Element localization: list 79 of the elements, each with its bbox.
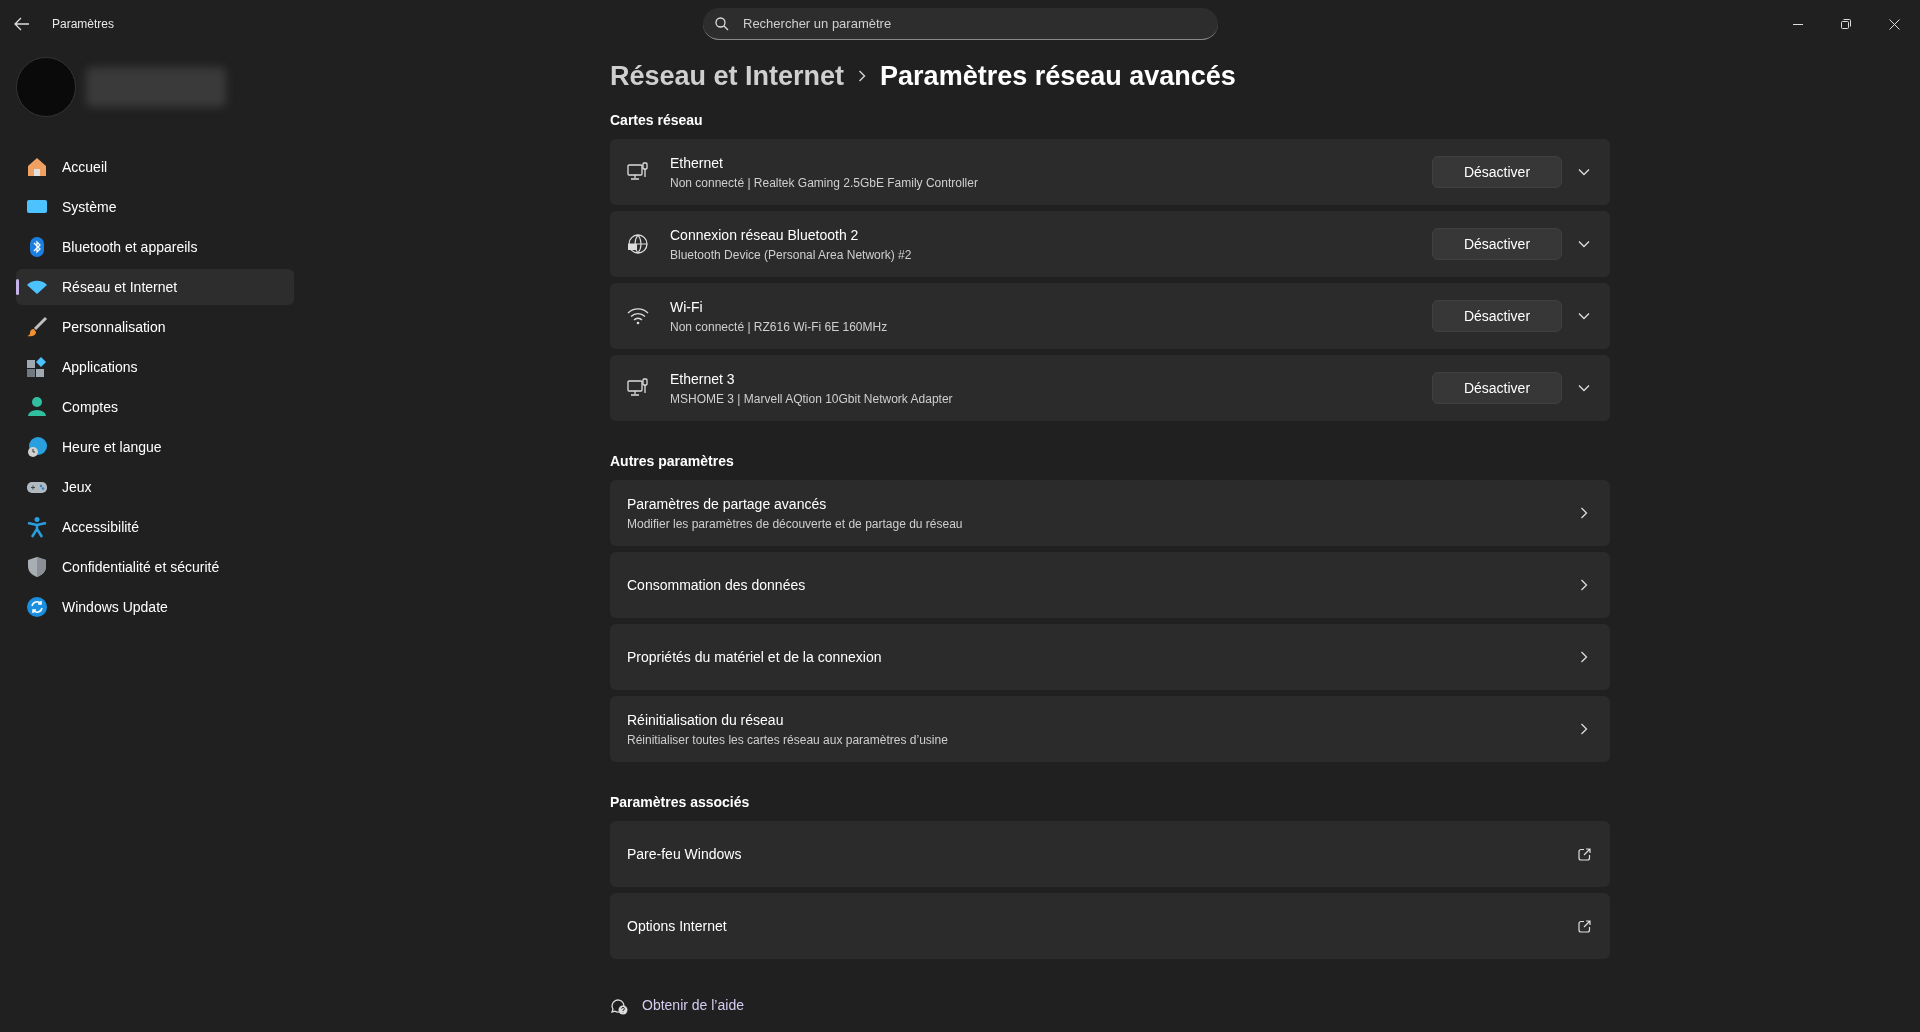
sidebar-item[interactable]: Bluetooth et appareils <box>16 229 294 265</box>
card-description: Non connecté | RZ616 Wi-Fi 6E 160MHz <box>670 318 889 336</box>
apps-icon <box>26 356 48 378</box>
card-description: MSHOME 3 | Marvell AQtion 10Gbit Network Adapter <box>670 390 954 408</box>
restore-icon[interactable] <box>1841 19 1851 29</box>
search-field[interactable]: Rechercher un paramètre <box>703 8 1218 40</box>
close-icon[interactable] <box>1889 18 1900 30</box>
sidebar-item[interactable]: Applications <box>16 349 294 385</box>
page-title: Paramètres réseau avancés <box>880 59 1236 93</box>
house-icon <box>26 156 48 178</box>
card-title: Réinitialisation du réseau <box>627 710 785 730</box>
chevron-right-icon <box>1580 507 1588 519</box>
card-description: Bluetooth Device (Personal Area Network) #2 <box>670 246 913 264</box>
window-title: Paramètres <box>52 16 115 33</box>
accessibility-icon <box>26 516 48 538</box>
sidebar-item[interactable]: Windows Update <box>16 589 294 625</box>
chevron-down-icon[interactable] <box>1578 168 1590 176</box>
settings-card[interactable]: Paramètres de partage avancés Modifier les paramètres de découverte et de partage du réseau <box>610 480 1610 546</box>
settings-card[interactable]: Options Internet <box>610 893 1610 959</box>
disable-button[interactable]: Désactiver <box>1432 156 1562 188</box>
settings-card[interactable]: Ethernet 3 MSHOME 3 | Marvell AQtion 10Gbit Network Adapter Désactiver <box>610 355 1610 421</box>
help-link[interactable]: Obtenir de l’aide <box>642 995 744 1016</box>
external-link-icon <box>1577 919 1591 933</box>
settings-card[interactable]: Pare-feu Windows <box>610 821 1610 887</box>
breadcrumb-link[interactable]: Réseau et Internet <box>610 55 845 97</box>
card-description: Non connecté | Realtek Gaming 2.5GbE Family Controller <box>670 174 979 192</box>
settings-card[interactable]: Propriétés du matériel et de la connexion <box>610 624 1610 690</box>
settings-card[interactable]: Wi-Fi Non connecté | RZ616 Wi-Fi 6E 160MHz Désactiver <box>610 283 1610 349</box>
settings-card[interactable]: Réinitialisation du réseau Réinitialiser toutes les cartes réseau aux paramètres d’usine <box>610 696 1610 762</box>
chevron-down-icon[interactable] <box>1578 384 1590 392</box>
section-heading: Cartes réseau <box>610 111 704 130</box>
section-heading: Autres paramètres <box>610 452 735 471</box>
card-description: Réinitialiser toutes les cartes réseau aux paramètres d’usine <box>627 731 949 749</box>
sidebar-item[interactable]: Accessibilité <box>16 509 294 545</box>
card-description: Modifier les paramètres de découverte et de partage du réseau <box>627 515 964 533</box>
card-title: Propriétés du matériel et de la connexion <box>627 647 883 667</box>
chevron-right-icon <box>1580 723 1588 735</box>
brush-icon <box>26 316 48 338</box>
card-title: Ethernet <box>670 153 724 173</box>
person-icon <box>26 396 48 418</box>
ethernet-monitor-icon <box>627 162 649 182</box>
back-arrow-icon[interactable] <box>14 17 30 31</box>
card-title: Paramètres de partage avancés <box>627 494 828 514</box>
card-title: Connexion réseau Bluetooth 2 <box>670 225 860 245</box>
sidebar-item[interactable]: Jeux <box>16 469 294 505</box>
globe-monitor-icon <box>627 233 649 255</box>
chevron-down-icon[interactable] <box>1578 312 1590 320</box>
sidebar-item[interactable]: Accueil <box>16 149 294 185</box>
sidebar-item[interactable]: Personnalisation <box>16 309 294 345</box>
chevron-right-icon <box>858 70 867 82</box>
settings-card[interactable]: Consommation des données <box>610 552 1610 618</box>
chevron-down-icon[interactable] <box>1578 240 1590 248</box>
card-title: Ethernet 3 <box>670 369 736 389</box>
sidebar-item[interactable]: Confidentialité et sécurité <box>16 549 294 585</box>
sync-icon <box>26 596 48 618</box>
wifi-icon <box>627 307 649 325</box>
external-link-icon <box>1577 847 1591 861</box>
disable-button[interactable]: Désactiver <box>1432 228 1562 260</box>
settings-card[interactable]: Connexion réseau Bluetooth 2 Bluetooth Device (Personal Area Network) #2 Désactiver <box>610 211 1610 277</box>
sidebar-item[interactable]: Système <box>16 189 294 225</box>
globe-clock-icon <box>26 436 48 458</box>
chevron-right-icon <box>1580 579 1588 591</box>
sidebar-item[interactable]: Heure et langue <box>16 429 294 465</box>
settings-card[interactable]: Ethernet Non connecté | Realtek Gaming 2.5GbE Family Controller Désactiver <box>610 139 1610 205</box>
chevron-right-icon <box>1580 651 1588 663</box>
card-title: Consommation des données <box>627 575 807 595</box>
disable-button[interactable]: Désactiver <box>1432 372 1562 404</box>
section-heading: Paramètres associés <box>610 793 751 812</box>
card-title: Pare-feu Windows <box>627 844 743 864</box>
card-title: Wi-Fi <box>670 297 704 317</box>
ethernet-monitor-icon <box>627 378 649 398</box>
sidebar-item[interactable]: Réseau et Internet <box>16 269 294 305</box>
card-title: Options Internet <box>627 916 728 936</box>
disable-button[interactable]: Désactiver <box>1432 300 1562 332</box>
shield-icon <box>26 556 48 578</box>
minimize-icon[interactable] <box>1793 23 1803 25</box>
sidebar-item[interactable]: Comptes <box>16 389 294 425</box>
search-icon <box>715 17 729 31</box>
help-icon <box>610 996 628 1015</box>
